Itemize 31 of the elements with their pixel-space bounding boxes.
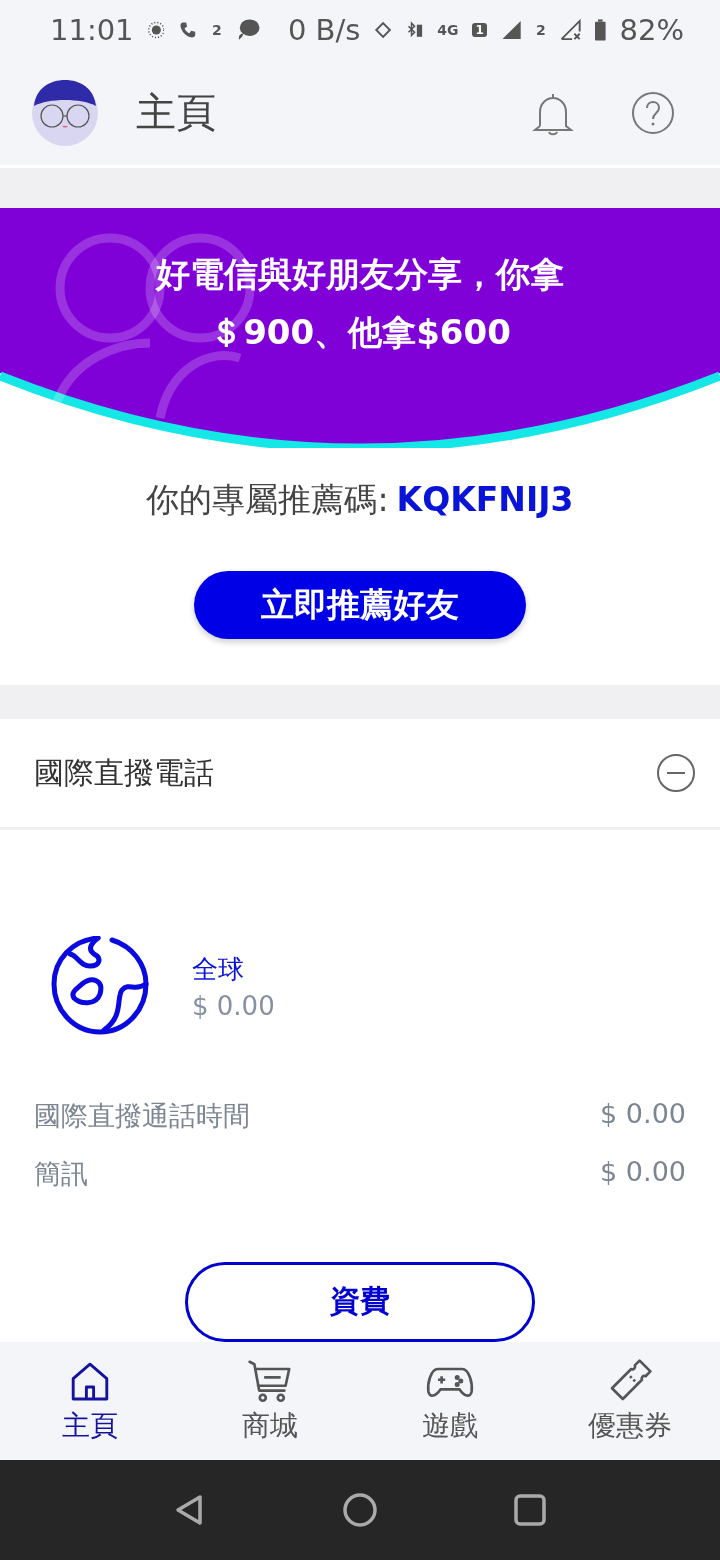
referral-code: KQKFNIJ3 — [396, 480, 574, 519]
home-button-icon[interactable] — [340, 1490, 380, 1530]
brightness-icon — [147, 19, 165, 41]
sim-number: 2 — [536, 22, 546, 38]
usage-value: $ 0.00 — [600, 1156, 686, 1189]
refer-friend-button[interactable]: 立即推薦好友 — [194, 571, 526, 639]
collapse-icon[interactable] — [656, 753, 696, 793]
nav-tab[interactable]: 遊戲 — [360, 1342, 540, 1460]
globe-icon — [50, 936, 150, 1036]
promo-headline: 好電信與好朋友分享，你拿 ＄900、他拿$600 — [156, 253, 564, 354]
rates-button[interactable]: 資費 — [185, 1262, 535, 1342]
page-title: 主頁 — [136, 88, 217, 137]
usage-label: 國際直撥通話時間 — [34, 1099, 250, 1133]
network-speed: 0 B/s — [287, 13, 361, 47]
referral-label: 你的專屬推薦碼: — [146, 479, 389, 521]
usage-label: 簡訊 — [34, 1157, 88, 1191]
sim-badge: 1 — [472, 23, 487, 37]
battery-icon — [594, 16, 606, 44]
avatar[interactable] — [32, 79, 98, 146]
help-icon[interactable] — [630, 89, 676, 136]
usage-value: $ 0.00 — [600, 1098, 686, 1131]
section-title: 國際直撥電話 — [34, 753, 215, 792]
clock: 11:01 — [50, 13, 134, 47]
plan-name: 全球 — [192, 952, 245, 986]
nav-tab[interactable]: 主頁 — [0, 1342, 180, 1460]
nav-tab[interactable]: 優惠券 — [540, 1342, 720, 1460]
call-count: 2 — [211, 22, 222, 38]
plan-price: $ 0.00 — [192, 990, 275, 1021]
network-type: 4G — [437, 22, 459, 38]
nav-tab[interactable]: 商城 — [180, 1342, 360, 1460]
battery-level: 82% — [619, 13, 684, 47]
